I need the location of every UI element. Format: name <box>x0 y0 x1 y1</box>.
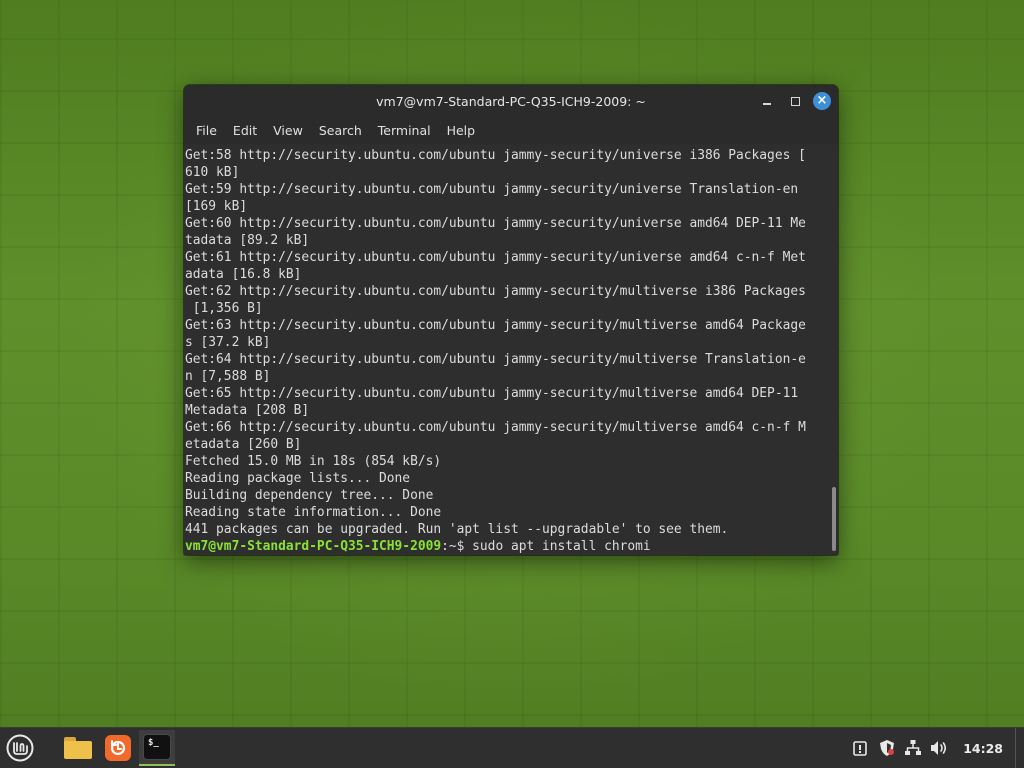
menu-bar: File Edit View Search Terminal Help <box>184 117 838 144</box>
maximize-button[interactable] <box>785 91 805 111</box>
terminal-line: n [7,588 B] <box>185 369 271 384</box>
terminal-window[interactable]: vm7@vm7-Standard-PC-Q35-ICH9-2009: ~ × F… <box>184 85 838 555</box>
terminal-line: Get:61 http://security.ubuntu.com/ubuntu… <box>185 250 806 265</box>
terminal-line: Get:64 http://security.ubuntu.com/ubuntu… <box>185 352 806 367</box>
minimize-button[interactable] <box>757 91 777 111</box>
terminal-line: Building dependency tree... Done <box>185 488 434 503</box>
terminal-line: Get:58 http://security.ubuntu.com/ubuntu… <box>185 148 806 163</box>
terminal-line: Fetched 15.0 MB in 18s (854 kB/s) <box>185 454 442 469</box>
scrollbar-thumb[interactable] <box>832 487 836 551</box>
taskbar: $_ 14:28 <box>0 727 1024 768</box>
menu-view[interactable]: View <box>265 123 311 138</box>
typed-command[interactable]: sudo apt install chromi <box>472 539 651 554</box>
title-bar[interactable]: vm7@vm7-Standard-PC-Q35-ICH9-2009: ~ × <box>184 85 838 117</box>
clock[interactable]: 14:28 <box>963 741 1003 756</box>
close-button[interactable]: × <box>813 92 831 110</box>
terminal-line: [1,356 B] <box>185 301 263 316</box>
close-icon: × <box>816 93 828 108</box>
system-tray: 14:28 <box>849 728 1024 768</box>
terminal-line: tadata [89.2 kB] <box>185 233 310 248</box>
menu-terminal[interactable]: Terminal <box>370 123 439 138</box>
shield-icon[interactable] <box>875 736 899 760</box>
prompt-user-host: vm7@vm7-Standard-PC-Q35-ICH9-2009 <box>185 539 442 554</box>
linux-mint-menu-icon <box>6 734 34 762</box>
update-shield-icon[interactable] <box>849 736 873 760</box>
folder-icon <box>64 737 92 759</box>
menu-search[interactable]: Search <box>311 123 370 138</box>
terminal-line: s [37.2 kB] <box>185 335 271 350</box>
terminal-scrollbar[interactable] <box>828 145 838 555</box>
terminal-line: [169 kB] <box>185 199 248 214</box>
terminal-line: Get:65 http://security.ubuntu.com/ubuntu… <box>185 386 799 401</box>
prompt-suffix: :~$ <box>441 539 473 554</box>
window-controls: × <box>757 91 831 111</box>
command-prompt-line[interactable]: vm7@vm7-Standard-PC-Q35-ICH9-2009:~$ sud… <box>185 538 828 555</box>
volume-icon[interactable] <box>927 736 951 760</box>
terminal-line: Reading state information... Done <box>185 505 442 520</box>
terminal-line: adata [16.8 kB] <box>185 267 302 282</box>
menu-file[interactable]: File <box>188 123 225 138</box>
network-icon[interactable] <box>901 736 925 760</box>
update-manager-launcher[interactable] <box>100 730 136 766</box>
maximize-icon <box>790 96 800 106</box>
terminal-line: Get:60 http://security.ubuntu.com/ubuntu… <box>185 216 806 231</box>
minimize-icon <box>763 103 771 105</box>
terminal-line: Get:63 http://security.ubuntu.com/ubuntu… <box>185 318 806 333</box>
terminal-line: Get:62 http://security.ubuntu.com/ubuntu… <box>185 284 806 299</box>
terminal-launcher[interactable]: $_ <box>139 730 175 766</box>
show-desktop-button[interactable] <box>1015 728 1024 768</box>
terminal-output[interactable]: Get:58 http://security.ubuntu.com/ubuntu… <box>184 145 828 555</box>
window-title: vm7@vm7-Standard-PC-Q35-ICH9-2009: ~ <box>376 93 646 109</box>
files-launcher[interactable] <box>60 730 96 766</box>
terminal-line: Reading package lists... Done <box>185 471 411 486</box>
terminal-line: 610 kB] <box>185 165 240 180</box>
linux-mint-menu-button[interactable] <box>6 734 34 762</box>
terminal-line: Metadata [208 B] <box>185 403 310 418</box>
terminal-line: 441 packages can be upgraded. Run 'apt l… <box>185 522 729 537</box>
terminal-line: Get:59 http://security.ubuntu.com/ubuntu… <box>185 182 799 197</box>
menu-help[interactable]: Help <box>439 123 484 138</box>
terminal-line: Get:66 http://security.ubuntu.com/ubuntu… <box>185 420 806 435</box>
terminal-icon: $_ <box>143 734 171 760</box>
update-manager-icon <box>105 735 131 761</box>
terminal-line: etadata [260 B] <box>185 437 302 452</box>
menu-edit[interactable]: Edit <box>225 123 265 138</box>
